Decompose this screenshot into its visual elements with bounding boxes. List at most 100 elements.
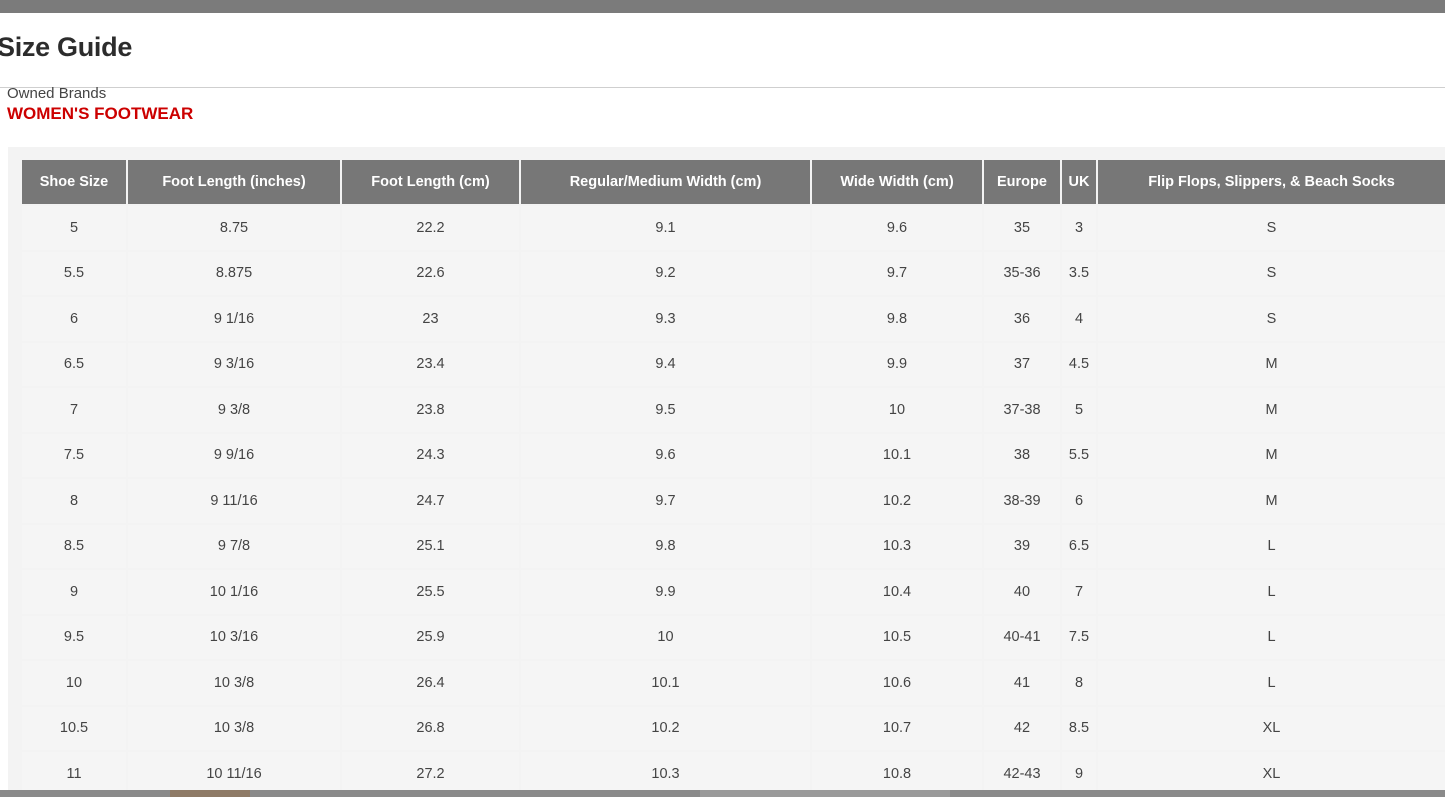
cell-wide-width: 10.5 [812, 615, 982, 659]
cell-wide-width: 10 [812, 388, 982, 432]
cell-foot-length-inches: 9 7/8 [128, 524, 340, 568]
size-guide-modal: Size Guide Owned Brands WOMEN'S FOOTWEAR… [0, 13, 1445, 790]
cell-foot-length-cm: 24.3 [342, 433, 519, 477]
cell-shoe-size: 7 [22, 388, 126, 432]
cell-flip-flops: XL [1098, 752, 1445, 790]
cell-europe: 35-36 [984, 251, 1060, 295]
cell-foot-length-inches: 9 9/16 [128, 433, 340, 477]
cell-flip-flops: L [1098, 570, 1445, 614]
page-backdrop-top [0, 0, 1445, 13]
cell-uk: 8.5 [1062, 706, 1096, 750]
cell-regular-width: 10.3 [521, 752, 810, 790]
table-row: 11 10 11/16 27.2 10.3 10.8 42-43 9 XL [22, 752, 1445, 790]
cell-foot-length-inches: 8.875 [128, 251, 340, 295]
table-row: 79 3/8 23.8 9.5 10 37-38 5 M [22, 388, 1445, 432]
cell-wide-width: 10.7 [812, 706, 982, 750]
table-row: 89 11/16 24.7 9.7 10.2 38-39 6 M [22, 479, 1445, 523]
cell-regular-width: 9.6 [521, 433, 810, 477]
size-table-panel[interactable]: Shoe Size Foot Length (inches) Foot Leng… [8, 147, 1445, 790]
cell-uk: 8 [1062, 661, 1096, 705]
cell-uk: 5.5 [1062, 433, 1096, 477]
category-heading: WOMEN'S FOOTWEAR [7, 104, 194, 123]
cell-regular-width: 9.7 [521, 479, 810, 523]
cell-foot-length-inches: 10 3/16 [128, 615, 340, 659]
cell-uk: 9 [1062, 752, 1096, 790]
cell-foot-length-cm: 22.2 [342, 206, 519, 250]
cell-shoe-size: 9 [22, 570, 126, 614]
header-europe: Europe [984, 160, 1060, 204]
cell-foot-length-inches: 8.75 [128, 206, 340, 250]
cell-foot-length-inches: 10 3/8 [128, 661, 340, 705]
cell-foot-length-cm: 25.1 [342, 524, 519, 568]
cell-wide-width: 9.7 [812, 251, 982, 295]
cell-foot-length-inches: 10 11/16 [128, 752, 340, 790]
cell-flip-flops: S [1098, 206, 1445, 250]
cell-foot-length-cm: 24.7 [342, 479, 519, 523]
cell-europe: 37 [984, 342, 1060, 386]
cell-shoe-size: 5 [22, 206, 126, 250]
cell-wide-width: 10.4 [812, 570, 982, 614]
header-wide-width: Wide Width (cm) [812, 160, 982, 204]
table-row: 8.5 9 7/8 25.1 9.8 10.3 39 6.5 L [22, 524, 1445, 568]
size-chart-table: Shoe Size Foot Length (inches) Foot Leng… [20, 158, 1445, 790]
cell-foot-length-cm: 23.8 [342, 388, 519, 432]
table-row: 69 1/16 23 9.3 9.8 36 4 S [22, 297, 1445, 341]
cell-wide-width: 10.2 [812, 479, 982, 523]
cell-shoe-size: 11 [22, 752, 126, 790]
cell-europe: 40-41 [984, 615, 1060, 659]
cell-uk: 6.5 [1062, 524, 1096, 568]
header-foot-length-inches: Foot Length (inches) [128, 160, 340, 204]
cell-uk: 7.5 [1062, 615, 1096, 659]
modal-header: Size Guide [0, 13, 1445, 88]
header-regular-width: Regular/Medium Width (cm) [521, 160, 810, 204]
cell-foot-length-inches: 9 3/16 [128, 342, 340, 386]
cell-regular-width: 9.1 [521, 206, 810, 250]
cell-foot-length-cm: 23.4 [342, 342, 519, 386]
cell-foot-length-inches: 9 3/8 [128, 388, 340, 432]
cell-shoe-size: 5.5 [22, 251, 126, 295]
cell-regular-width: 10.2 [521, 706, 810, 750]
header-uk: UK [1062, 160, 1096, 204]
cell-europe: 39 [984, 524, 1060, 568]
cell-europe: 38 [984, 433, 1060, 477]
table-row: 10 10 3/8 26.4 10.1 10.6 41 8 L [22, 661, 1445, 705]
modal-title: Size Guide [0, 32, 133, 62]
table-header-row: Shoe Size Foot Length (inches) Foot Leng… [22, 160, 1445, 204]
cell-flip-flops: S [1098, 251, 1445, 295]
cell-foot-length-inches: 9 1/16 [128, 297, 340, 341]
cell-foot-length-cm: 23 [342, 297, 519, 341]
backdrop-image-fragment [170, 790, 250, 797]
cell-shoe-size: 6.5 [22, 342, 126, 386]
cell-wide-width: 9.6 [812, 206, 982, 250]
cell-foot-length-cm: 26.4 [342, 661, 519, 705]
cell-foot-length-cm: 25.9 [342, 615, 519, 659]
cell-wide-width: 10.3 [812, 524, 982, 568]
table-row: 5.5 8.875 22.6 9.2 9.7 35-36 3.5 S [22, 251, 1445, 295]
brand-group-label: Owned Brands [7, 85, 107, 102]
cell-uk: 3 [1062, 206, 1096, 250]
cell-flip-flops: M [1098, 342, 1445, 386]
cell-flip-flops: L [1098, 661, 1445, 705]
table-row: 9.5 10 3/16 25.9 10 10.5 40-41 7.5 L [22, 615, 1445, 659]
cell-foot-length-cm: 22.6 [342, 251, 519, 295]
cell-regular-width: 9.4 [521, 342, 810, 386]
cell-europe: 40 [984, 570, 1060, 614]
cell-europe: 38-39 [984, 479, 1060, 523]
cell-foot-length-inches: 9 11/16 [128, 479, 340, 523]
table-body: 5 8.75 22.2 9.1 9.6 35 3 S 5.5 8.875 22.6 9.2 9.7 35-… [22, 206, 1445, 790]
header-flip-flops: Flip Flops, Slippers, & Beach Socks [1098, 160, 1445, 204]
cell-flip-flops: XL [1098, 706, 1445, 750]
cell-flip-flops: S [1098, 297, 1445, 341]
header-shoe-size: Shoe Size [22, 160, 126, 204]
cell-shoe-size: 6 [22, 297, 126, 341]
cell-shoe-size: 7.5 [22, 433, 126, 477]
cell-wide-width: 9.9 [812, 342, 982, 386]
cell-flip-flops: L [1098, 524, 1445, 568]
cell-wide-width: 9.8 [812, 297, 982, 341]
cell-uk: 6 [1062, 479, 1096, 523]
cell-regular-width: 9.5 [521, 388, 810, 432]
cell-shoe-size: 8.5 [22, 524, 126, 568]
cell-foot-length-inches: 10 3/8 [128, 706, 340, 750]
cell-wide-width: 10.1 [812, 433, 982, 477]
cell-foot-length-cm: 25.5 [342, 570, 519, 614]
